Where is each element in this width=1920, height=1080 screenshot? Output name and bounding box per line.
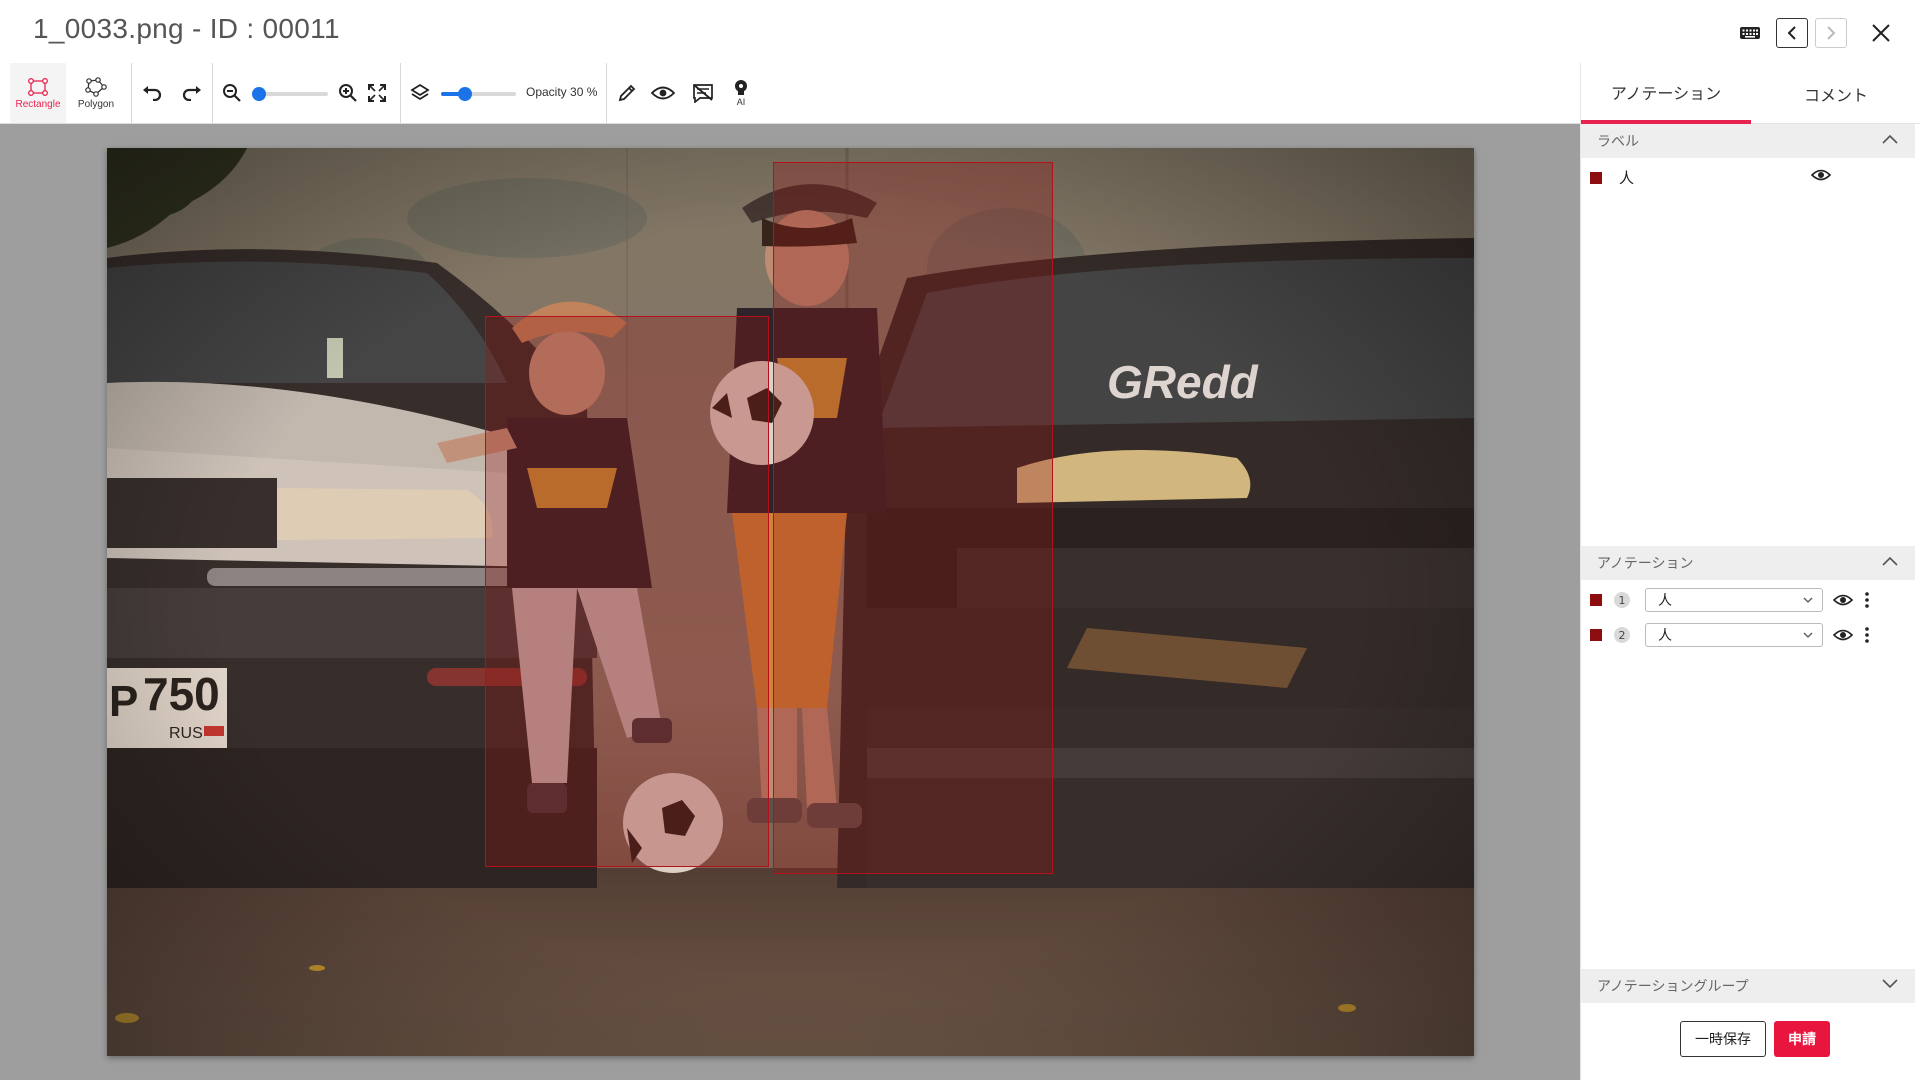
chevron-up-icon[interactable] [1881,554,1899,568]
eye-icon [651,86,675,100]
fullscreen-icon [368,84,386,102]
side-panel: アノテーション コメント ラベル 人 アノテーション 1 人 2 人 アノテーシ… [1580,63,1920,1080]
annotation-visibility-toggle[interactable] [1831,625,1855,645]
annotation-toolbar: Rectangle Polygon AI [0,63,1580,124]
toolbar-divider [131,63,132,123]
layers-button[interactable] [405,78,435,108]
redo-button[interactable] [177,78,207,108]
save-draft-button[interactable]: 一時保存 [1680,1021,1766,1057]
close-icon [1872,24,1890,42]
annotations-section-header[interactable]: アノテーション [1581,546,1915,580]
annotation-label-value: 人 [1658,593,1672,609]
undo-button[interactable] [137,78,167,108]
ai-assist-button[interactable]: AI [726,63,756,123]
toolbar-divider [400,63,401,123]
rectangle-tool-label: Rectangle [15,98,61,110]
polygon-tool-icon [85,76,107,97]
opacity-slider-knob[interactable] [458,87,472,101]
toggle-visibility-button[interactable] [648,78,678,108]
annotation-more-menu[interactable] [1859,625,1875,645]
annotation-index-badge: 1 [1614,592,1630,608]
toolbar-divider [212,63,213,123]
annotation-bbox-2[interactable] [773,162,1053,874]
annotation-label-select[interactable]: 人 [1645,623,1823,647]
annotation-label-select[interactable]: 人 [1645,588,1823,612]
panel-tabs: アノテーション コメント [1581,63,1920,124]
label-visibility-toggle[interactable] [1809,165,1833,185]
tab-comment[interactable]: コメント [1751,63,1920,124]
submit-button[interactable]: 申請 [1774,1021,1830,1057]
annotation-index-badge: 2 [1614,627,1630,643]
zoom-in-button[interactable] [333,78,363,108]
chevron-down-icon [1803,597,1813,603]
close-button[interactable] [1865,18,1897,48]
keyboard-shortcuts-button[interactable] [1734,18,1766,48]
polygon-tool[interactable]: Polygon [70,63,122,123]
keyboard-icon [1740,27,1760,39]
chevron-down-icon [1803,632,1813,638]
labels-section-title: ラベル [1597,134,1639,150]
header-bar: 1_0033.png - ID : 00011 [0,0,1920,63]
tab-annotation[interactable]: アノテーション [1581,63,1751,124]
annotation-more-menu[interactable] [1859,590,1875,610]
page-title: 1_0033.png - ID : 00011 [33,13,340,44]
more-vertical-icon [1865,627,1869,643]
annotation-color-swatch [1590,629,1602,641]
annotated-photo[interactable]: P 750 RUS GRedd [107,148,1474,1056]
hide-comments-button[interactable] [688,78,718,108]
previous-image-button[interactable] [1776,18,1808,48]
eye-icon [1833,594,1853,606]
zoom-slider-knob[interactable] [252,87,266,101]
toolbar-divider [606,63,607,123]
annotation-bbox-1[interactable] [485,316,769,867]
labels-section-header[interactable]: ラベル [1581,124,1915,158]
zoom-in-icon [339,84,357,102]
comment-off-icon [693,84,713,103]
zoom-out-button[interactable] [217,78,247,108]
chevron-up-icon[interactable] [1881,132,1899,146]
rectangle-tool[interactable]: Rectangle [10,63,66,123]
layers-icon [410,83,430,101]
undo-icon [143,86,162,101]
label-name: 人 [1619,169,1635,187]
eye-icon [1833,629,1853,641]
more-vertical-icon [1865,592,1869,608]
chevron-down-icon[interactable] [1881,977,1899,991]
fit-to-screen-button[interactable] [362,78,392,108]
ai-bulb-icon [735,80,747,95]
next-image-button[interactable] [1815,18,1847,48]
annotation-label-value: 人 [1658,628,1672,644]
opacity-slider[interactable] [441,87,516,101]
edit-button[interactable] [612,78,642,108]
redo-icon [182,86,201,101]
polygon-tool-label: Polygon [77,98,115,110]
rectangle-tool-icon [28,77,48,96]
annotation-color-swatch [1590,594,1602,606]
zoom-out-icon [223,84,241,102]
opacity-value-label: Opacity 30 % [526,85,598,99]
pencil-icon [618,84,636,102]
chevron-left-icon [1787,26,1796,40]
eye-icon [1811,169,1831,181]
annotation-visibility-toggle[interactable] [1831,590,1855,610]
annotation-groups-section-title: アノテーショングループ [1597,979,1749,995]
chevron-right-icon [1827,26,1836,40]
ai-label: AI [736,97,746,107]
annotation-groups-section-header[interactable]: アノテーショングループ [1581,969,1915,1003]
zoom-slider[interactable] [252,87,328,101]
annotations-section-title: アノテーション [1597,556,1694,572]
annotation-canvas[interactable]: P 750 RUS GRedd [0,124,1580,1080]
label-color-swatch [1590,172,1602,184]
